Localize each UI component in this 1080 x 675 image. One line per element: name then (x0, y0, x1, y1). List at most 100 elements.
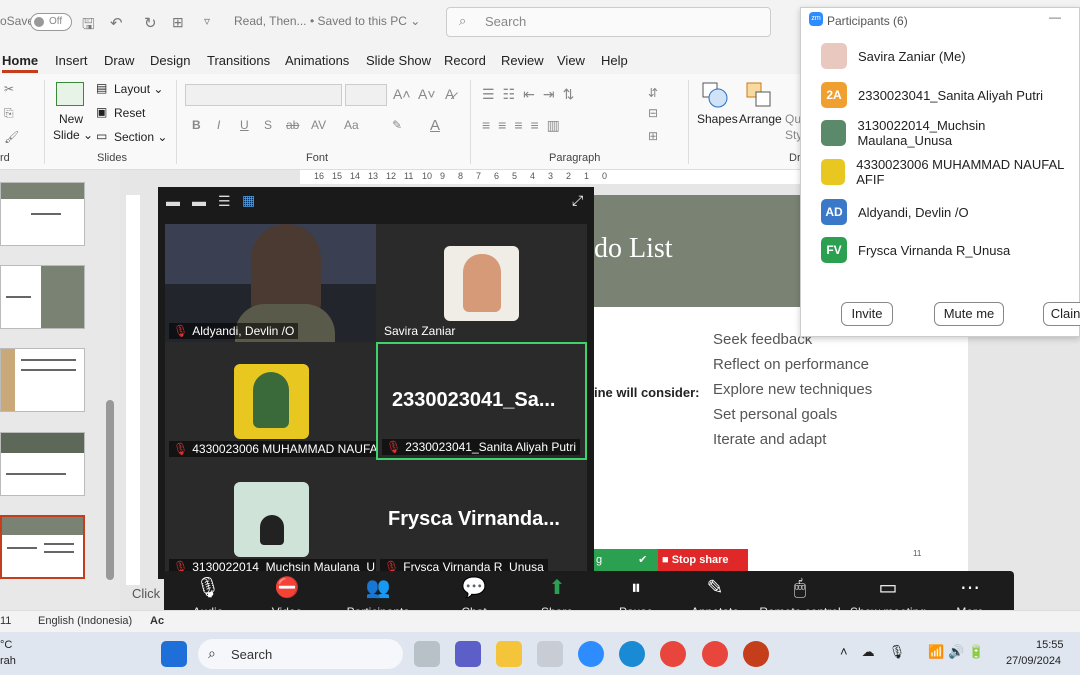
save-status[interactable]: • Saved to this PC ⌄ (310, 14, 420, 28)
tab-view[interactable]: View (557, 53, 585, 68)
participant-row[interactable]: Savira Zaniar (Me) (821, 42, 966, 70)
taskbar-search[interactable]: ⌕ Search (198, 639, 403, 669)
copy-icon[interactable]: ⎘ (4, 106, 14, 121)
app-icon[interactable] (537, 641, 563, 667)
gallery-view-icon[interactable]: ▦ (242, 192, 255, 209)
slide-thumbnail[interactable] (0, 432, 85, 496)
layout-button[interactable]: Layout ⌄ (114, 82, 163, 96)
search-input[interactable]: Search (446, 7, 771, 37)
tab-animations[interactable]: Animations (285, 53, 349, 68)
accessibility-indicator[interactable]: Ac (150, 615, 164, 627)
thumbnail-scrollbar[interactable] (106, 400, 114, 580)
slide-thumbnail-selected[interactable] (0, 515, 85, 579)
present-icon[interactable]: ⊞ (172, 14, 184, 31)
reset-button[interactable]: Reset (114, 106, 145, 120)
save-icon[interactable]: 🖫 (82, 14, 95, 39)
edge-icon[interactable] (619, 641, 645, 667)
autosave-toggle[interactable]: Off (30, 13, 72, 31)
format-painter-icon[interactable]: 🖌 (4, 130, 19, 144)
highlight-icon[interactable]: ✎ (392, 118, 402, 132)
section-button[interactable]: Section ⌄ (114, 130, 167, 144)
system-tray-icons[interactable]: ˄☁🎙 (840, 644, 919, 660)
tab-home[interactable]: Home (2, 53, 39, 73)
align-text-icon[interactable]: ⊟ (648, 106, 658, 120)
quick-styles-button[interactable]: Qu (785, 112, 801, 126)
stop-share-button[interactable]: ■ Stop share (658, 549, 748, 571)
underline-button[interactable]: U (240, 118, 249, 132)
minimize-icon[interactable]: — (1049, 10, 1061, 24)
font-size-select[interactable] (345, 84, 387, 106)
weather-desc[interactable]: rah (0, 655, 16, 667)
view-mode-icons[interactable]: ▬▬☰ (166, 193, 243, 210)
new-slide-button[interactable]: New (59, 112, 83, 126)
participant-row[interactable]: 4330023006 MUHAMMAD NAUFAL AFIF (821, 157, 1079, 187)
text-direction-icon[interactable]: ⇵ (648, 86, 658, 100)
network-volume-battery-icons[interactable]: 📶🔊🔋 (928, 644, 989, 660)
tab-help[interactable]: Help (601, 53, 628, 68)
file-explorer-icon[interactable] (496, 641, 522, 667)
undo-icon[interactable]: ↶ (110, 14, 123, 32)
claim-host-button[interactable]: Clain (1043, 302, 1080, 326)
align-icons[interactable]: ≡≡≡≡▥ (482, 117, 568, 134)
task-view-icon[interactable] (414, 641, 440, 667)
strikethrough-button[interactable]: ab (286, 118, 299, 132)
tab-design[interactable]: Design (150, 53, 190, 68)
bold-button[interactable]: B (192, 118, 201, 132)
chrome-icon[interactable] (660, 641, 686, 667)
clock-time[interactable]: 15:55 (1036, 639, 1064, 651)
zoom-gallery-window: ▬▬☰ ▦ ⤢ 🎙 Aldyandi, Devlin /O Savira Zani… (158, 187, 594, 579)
participant-row[interactable]: 3130022014_Muchsin Maulana_Unusa (821, 118, 1079, 148)
language-indicator[interactable]: English (Indonesia) (38, 615, 132, 627)
tab-slide-show[interactable]: Slide Show (366, 53, 431, 68)
expand-icon[interactable]: ⤢ (572, 192, 583, 209)
tab-insert[interactable]: Insert (55, 53, 88, 68)
smartart-icon[interactable]: ⊞ (648, 129, 658, 143)
italic-button[interactable]: I (217, 118, 220, 132)
participant-row[interactable]: AD Aldyandi, Devlin /O (821, 198, 969, 226)
list-icons[interactable]: ☰☷⇤⇥⇅ (482, 86, 582, 103)
new-slide-dropdown[interactable]: Slide ⌄ (53, 128, 93, 142)
notes-placeholder[interactable]: Click (132, 586, 160, 601)
font-color-icon[interactable]: A (430, 117, 440, 134)
tab-review[interactable]: Review (501, 53, 544, 68)
video-tile[interactable]: 🎙 4330023006 MUHAMMAD NAUFA... (165, 342, 376, 460)
redo-icon[interactable]: ↻ (144, 14, 157, 32)
change-case-button[interactable]: Aa (344, 118, 359, 132)
grow-font-icon[interactable]: A˄ (393, 86, 411, 102)
new-slide-icon[interactable] (56, 82, 84, 106)
weather-temp[interactable]: °C (0, 639, 12, 651)
slide-thumbnail[interactable] (0, 265, 85, 329)
font-family-select[interactable] (185, 84, 342, 106)
active-speaker-tile[interactable]: 2330023041_Sa... 🎙 2330023041_Sanita Aliy… (376, 342, 587, 460)
arrange-icon[interactable] (746, 82, 772, 108)
customize-icon[interactable]: ▿ (204, 14, 210, 28)
powerpoint-icon[interactable] (743, 641, 769, 667)
clock-date[interactable]: 27/09/2024 (1006, 655, 1061, 667)
chrome-profile-icon[interactable] (702, 641, 728, 667)
video-tile[interactable]: 🎙 Aldyandi, Devlin /O (165, 224, 376, 342)
shapes-icon[interactable] (702, 82, 728, 108)
teams-icon[interactable] (455, 641, 481, 667)
arrange-button[interactable]: Arrange (739, 112, 782, 126)
start-icon[interactable] (161, 641, 187, 667)
slide-thumbnail[interactable] (0, 182, 85, 246)
cut-icon[interactable]: ✂ (4, 82, 14, 96)
char-spacing-button[interactable]: AV (311, 118, 326, 132)
shrink-font-icon[interactable]: A˅ (418, 86, 436, 102)
video-tile[interactable]: Frysca Virnanda... 🎙 Frysca Virnanda R_Un… (376, 460, 587, 578)
slide-thumbnail[interactable] (0, 348, 85, 412)
invite-button[interactable]: Invite (841, 302, 893, 326)
tab-record[interactable]: Record (444, 53, 486, 68)
clear-format-icon[interactable]: A̷ (445, 86, 454, 102)
shadow-button[interactable]: S (264, 118, 272, 132)
shapes-button[interactable]: Shapes (697, 112, 738, 126)
mute-me-button[interactable]: Mute me (934, 302, 1004, 326)
tab-transitions[interactable]: Transitions (207, 53, 270, 68)
slide-bullet: Iterate and adapt (713, 431, 827, 448)
video-tile[interactable]: Savira Zaniar (376, 224, 587, 342)
tab-draw[interactable]: Draw (104, 53, 134, 68)
participant-row[interactable]: 2A 2330023041_Sanita Aliyah Putri (821, 81, 1043, 109)
video-tile[interactable]: 🎙 3130022014_Muchsin Maulana_U... (165, 460, 376, 578)
zoom-icon[interactable] (578, 641, 604, 667)
participant-row[interactable]: FV Frysca Virnanda R_Unusa (821, 236, 1010, 264)
